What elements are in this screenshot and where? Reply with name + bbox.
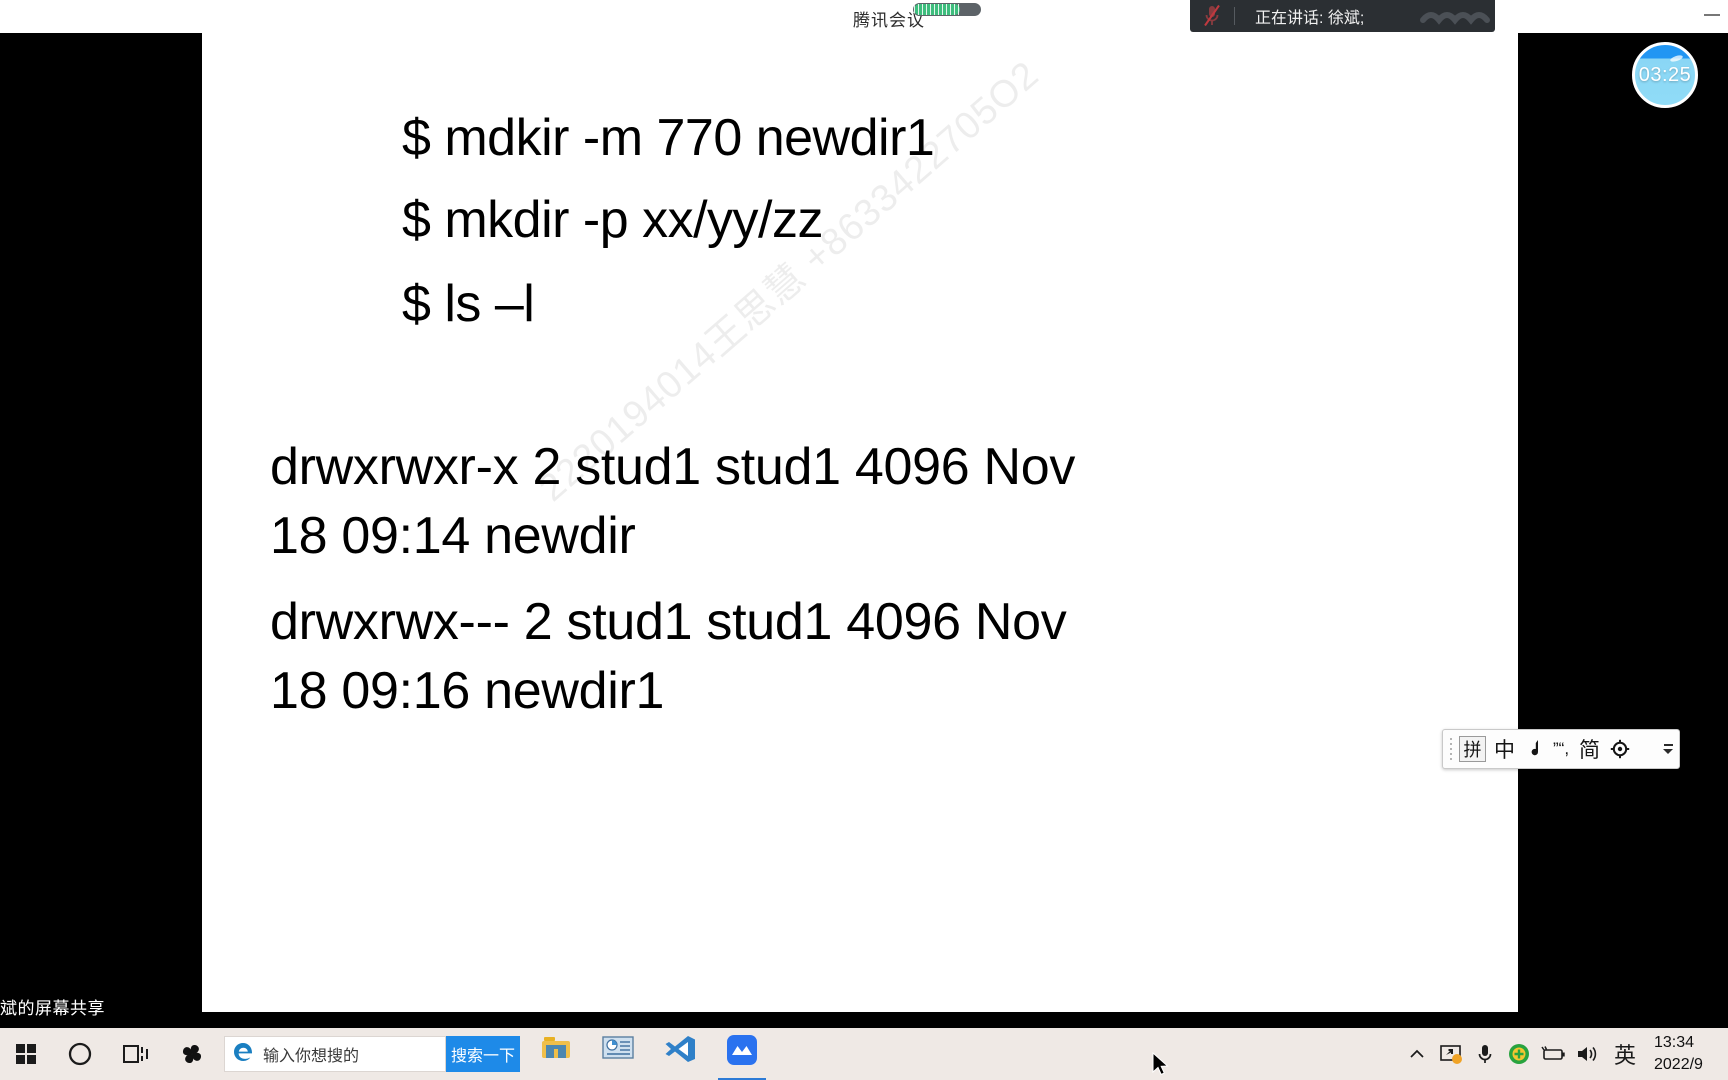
speaking-banner[interactable]: 正在讲话: 徐斌; (1190, 0, 1495, 32)
security-shield-icon[interactable] (1502, 1028, 1536, 1080)
audio-level-ticks (914, 4, 960, 15)
slide-listing-2-line-2: 18 09:16 newdir1 (270, 662, 665, 720)
taskbar-app-powerpoint[interactable] (598, 1031, 638, 1078)
mouse-cursor (1152, 1051, 1172, 1080)
taskbar-app-tencent-meeting[interactable] (718, 1031, 766, 1080)
meeting-timer-avatar[interactable]: 03:25 (1632, 42, 1698, 108)
ime-drag-handle[interactable] (1443, 730, 1459, 768)
taskbar-app-list (536, 1031, 766, 1080)
clock-time: 13:34 (1654, 1034, 1695, 1052)
task-view-icon[interactable] (108, 1028, 164, 1080)
taskbar-app-file-explorer[interactable] (536, 1031, 576, 1078)
microphone-icon[interactable] (1468, 1028, 1502, 1080)
minimize-dash-icon[interactable] (1704, 14, 1720, 16)
battery-charging-icon[interactable] (1536, 1028, 1570, 1080)
shared-screen-slide: 2220194014王思慧 +8633422705O2 $ mdkir -m 7… (202, 33, 1518, 1012)
left-black-bar (0, 33, 202, 1012)
banner-waveform-icon (1417, 0, 1495, 32)
meeting-timer-label: 03:25 (1638, 63, 1692, 86)
slide-command-line-2: $ mkdir -p xx/yy/zz (402, 191, 824, 249)
audio-level-meter (913, 3, 981, 16)
speaker-icon[interactable] (1570, 1028, 1604, 1080)
screen-share-icon[interactable] (1434, 1028, 1468, 1080)
screen-share-label: 斌的屏幕共享 (0, 999, 105, 1018)
chevron-up-icon[interactable] (1400, 1028, 1434, 1080)
ime-language-button[interactable]: 中 (1489, 730, 1520, 768)
slide-listing-2-line-1: drwxrwx--- 2 stud1 stud1 4096 Nov (270, 593, 1067, 651)
search-placeholder: 输入你想搜的 (263, 1048, 360, 1065)
taskbar-app-vscode[interactable] (660, 1031, 700, 1078)
speaking-banner-label: 正在讲话: 徐斌; (1255, 10, 1365, 27)
avatar-glint-icon (1669, 54, 1684, 63)
slide-command-line-3: $ ls –l (402, 275, 535, 333)
mic-muted-icon (1190, 4, 1234, 28)
windows-start-icon[interactable] (0, 1028, 52, 1080)
music-note-icon[interactable] (1520, 730, 1548, 768)
chevron-down-icon[interactable] (1657, 744, 1679, 754)
ime-punctuation-button[interactable]: ”“, (1548, 730, 1574, 768)
slide-listing-1-line-2: 18 09:14 newdir (270, 507, 636, 565)
windows-taskbar: 输入你想搜的 搜索一下 英 13:34 2022/9 (0, 1028, 1728, 1080)
ime-floating-toolbar[interactable]: 拼 中 ”“, 简 (1442, 729, 1680, 769)
slide-listing-1-line-1: drwxrwxr-x 2 stud1 stud1 4096 Nov (270, 438, 1076, 496)
desktop-screen: 腾讯会议 正在讲话: 徐斌; 2220194014王思慧 +8633422705… (0, 0, 1728, 1080)
cortana-circle-icon[interactable] (52, 1028, 108, 1080)
ime-charset-button[interactable]: 简 (1574, 730, 1605, 768)
right-black-bar (1518, 33, 1728, 1012)
clock-date: 2022/9 (1654, 1056, 1703, 1073)
slide-command-line-1: $ mdkir -m 770 newdir1 (402, 109, 935, 167)
search-input[interactable]: 输入你想搜的 (224, 1036, 446, 1072)
edge-icon (231, 1040, 255, 1069)
system-tray: 英 13:34 2022/9 (1400, 1028, 1728, 1080)
ime-indicator[interactable]: 英 (1604, 1028, 1646, 1080)
ime-mode-button[interactable]: 拼 (1459, 736, 1486, 762)
sogou-pinwheel-icon[interactable] (164, 1028, 220, 1080)
search-submit-button[interactable]: 搜索一下 (446, 1036, 520, 1072)
taskbar-clock[interactable]: 13:34 2022/9 (1646, 1032, 1726, 1075)
gear-icon[interactable] (1605, 730, 1635, 768)
